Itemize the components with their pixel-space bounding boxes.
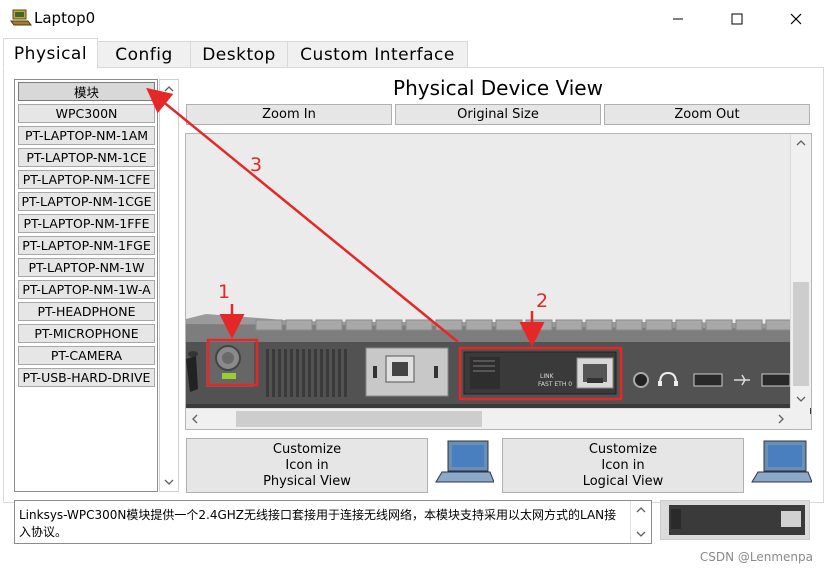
scroll-corner [790, 408, 810, 428]
tab-desktop[interactable]: Desktop [190, 41, 288, 67]
watermark: CSDN @Lenmenpa [699, 550, 813, 564]
module-item-1ffe[interactable]: PT-LAPTOP-NM-1FFE [18, 214, 155, 233]
annotation-number-2: 2 [536, 290, 549, 312]
laptop-physical-icon [434, 438, 495, 493]
horizontal-scroll-thumb[interactable] [236, 411, 482, 427]
zoom-in-button[interactable]: Zoom In [186, 104, 392, 125]
device-view-horizontal-scrollbar[interactable] [186, 408, 790, 429]
scroll-up-icon[interactable] [160, 83, 178, 95]
scroll-left-icon[interactable] [189, 409, 201, 429]
icon-in-label: Icon in [601, 457, 645, 473]
module-item-1w[interactable]: PT-LAPTOP-NM-1W [18, 258, 155, 277]
vertical-scroll-thumb[interactable] [793, 282, 809, 386]
tab-custom-interface[interactable]: Custom Interface [287, 41, 468, 67]
maximize-icon [731, 13, 743, 25]
scroll-up-icon[interactable] [631, 504, 651, 516]
module-description-text: Linksys-WPC300N模块提供一个2.4GHZ无线接口套接用于连接无线网… [19, 508, 617, 539]
module-item-1cfe[interactable]: PT-LAPTOP-NM-1CFE [18, 170, 155, 189]
annotation-number-3: 3 [250, 154, 263, 176]
laptop-logical-icon [750, 438, 813, 493]
customize-logical-view-button[interactable]: Customize Icon in Logical View [502, 438, 744, 493]
module-item-headphone[interactable]: PT-HEADPHONE [18, 302, 155, 321]
scroll-up-icon[interactable] [791, 137, 811, 149]
physical-device-view-title: Physical Device View [393, 76, 603, 100]
scroll-right-icon[interactable] [775, 409, 787, 429]
module-item-usb-hard-drive[interactable]: PT-USB-HARD-DRIVE [18, 368, 155, 387]
original-size-button[interactable]: Original Size [395, 104, 601, 125]
module-list: 模块 WPC300N PT-LAPTOP-NM-1AM PT-LAPTOP-NM… [14, 79, 158, 492]
port-link-label: LINK [540, 373, 555, 380]
device-view-vertical-scrollbar[interactable] [790, 134, 811, 408]
close-button[interactable] [773, 0, 819, 38]
zoom-out-button[interactable]: Zoom Out [604, 104, 810, 125]
laptop-back-panel-illustration: LINK FAST ETH 0 [186, 314, 811, 414]
laptop-app-icon [10, 8, 32, 28]
window-title: Laptop0 [34, 9, 96, 27]
device-viewport[interactable]: LINK FAST ETH 0 [185, 133, 812, 430]
logical-view-label: Logical View [582, 473, 664, 489]
module-item-camera[interactable]: PT-CAMERA [18, 346, 155, 365]
scroll-down-icon[interactable] [631, 528, 651, 540]
port-fast-eth-label: FAST ETH 0 [538, 381, 572, 388]
title-bar: Laptop0 [0, 0, 827, 38]
module-item-header[interactable]: 模块 [18, 82, 155, 101]
description-scrollbar[interactable] [630, 501, 651, 543]
tab-physical[interactable]: Physical [3, 38, 98, 69]
customize-label: Customize [588, 441, 658, 457]
tab-config[interactable]: Config [97, 41, 191, 67]
module-item-1fge[interactable]: PT-LAPTOP-NM-1FGE [18, 236, 155, 255]
customize-label: Customize [272, 441, 342, 457]
scroll-down-icon[interactable] [160, 476, 178, 488]
module-item-1w-a[interactable]: PT-LAPTOP-NM-1W-A [18, 280, 155, 299]
module-item-1ce[interactable]: PT-LAPTOP-NM-1CE [18, 148, 155, 167]
module-item-microphone[interactable]: PT-MICROPHONE [18, 324, 155, 343]
minimize-button[interactable] [655, 0, 701, 38]
module-thumbnail [660, 500, 810, 540]
module-list-scrollbar[interactable] [159, 79, 179, 492]
module-item-1cge[interactable]: PT-LAPTOP-NM-1CGE [18, 192, 155, 211]
module-item-wpc300n[interactable]: WPC300N [18, 104, 155, 123]
annotation-number-1: 1 [218, 281, 231, 303]
physical-view-label: Physical View [263, 473, 351, 489]
icon-in-label: Icon in [285, 457, 329, 473]
customize-physical-view-button[interactable]: Customize Icon in Physical View [186, 438, 428, 493]
scroll-down-icon[interactable] [791, 393, 811, 405]
close-icon [790, 13, 802, 25]
module-item-1am[interactable]: PT-LAPTOP-NM-1AM [18, 126, 155, 145]
minimize-icon [673, 18, 683, 20]
module-description: Linksys-WPC300N模块提供一个2.4GHZ无线接口套接用于连接无线网… [14, 500, 652, 544]
maximize-button[interactable] [714, 0, 760, 38]
